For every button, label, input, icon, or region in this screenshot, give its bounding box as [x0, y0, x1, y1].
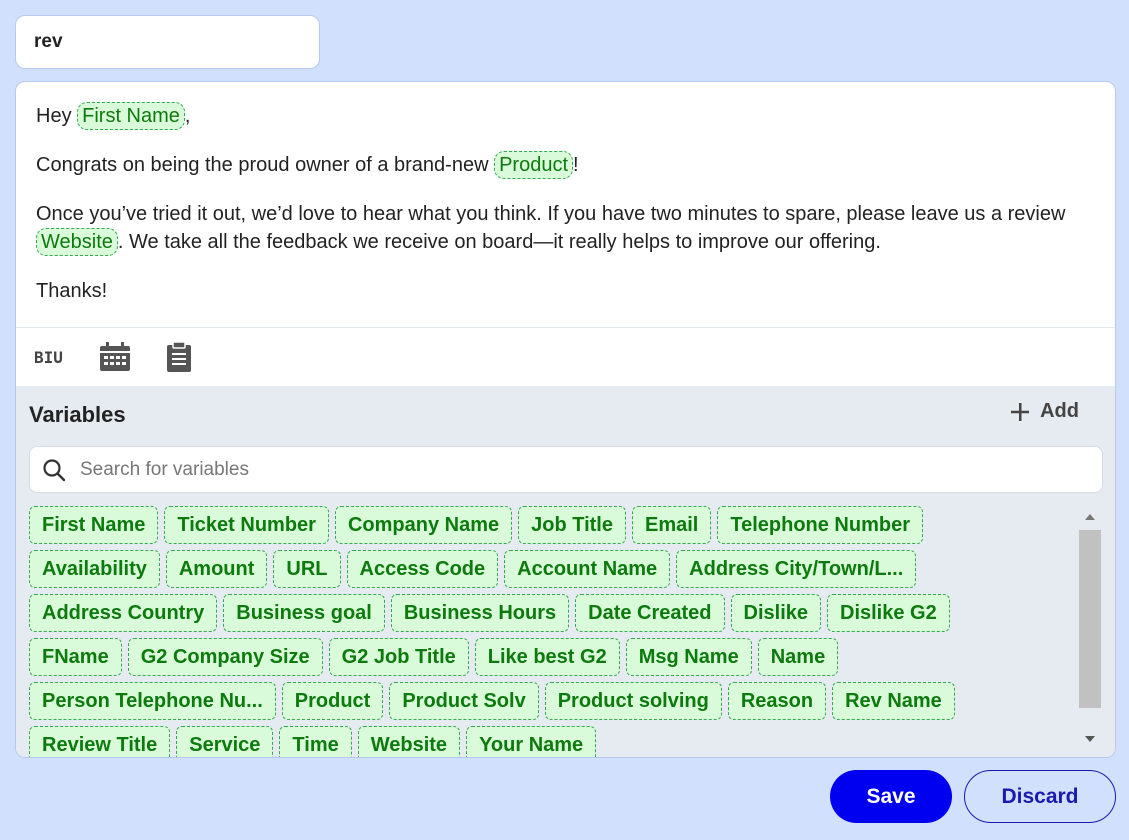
variable-chip[interactable]: Dislike G2 — [827, 594, 950, 632]
editor-card: Hey First Name, Congrats on being the pr… — [15, 81, 1116, 758]
chip-row: Availability Amount URL Access Code Acco… — [29, 550, 917, 588]
variable-chip[interactable]: Amount — [165, 550, 268, 588]
save-button[interactable]: Save — [830, 770, 952, 823]
clipboard-icon — [167, 341, 191, 372]
variable-chip[interactable]: G2 Company Size — [127, 638, 323, 676]
variable-chip[interactable]: Account Name — [504, 550, 671, 588]
variable-chip[interactable]: Dislike — [730, 594, 821, 632]
variable-token-first-name[interactable]: First Name — [77, 102, 185, 130]
variables-title: Variables — [29, 402, 126, 427]
variable-chip[interactable]: Date Created — [575, 594, 725, 632]
variable-chip[interactable]: Product — [281, 682, 384, 720]
variable-search-input[interactable] — [78, 457, 1102, 482]
variable-chip[interactable]: Business goal — [223, 594, 385, 632]
plus-icon — [1011, 402, 1030, 421]
variable-chip-list: First Name Ticket Number Company Name Jo… — [29, 506, 1079, 757]
caret-up-icon — [1085, 514, 1095, 520]
variable-chip[interactable]: Your Name — [466, 726, 597, 757]
discard-button[interactable]: Discard — [964, 770, 1116, 823]
variable-search[interactable] — [29, 446, 1103, 493]
variable-token-product[interactable]: Product — [494, 151, 574, 179]
variable-chip[interactable]: URL — [273, 550, 341, 588]
variable-chip[interactable]: FName — [29, 638, 122, 676]
editor-toolbar: BIU — [16, 327, 1115, 386]
message-line-review: Once you’ve tried it out, we’d love to h… — [36, 200, 1095, 256]
caret-down-icon — [1085, 736, 1095, 742]
variable-chip[interactable]: Address Country — [29, 594, 218, 632]
scroll-down-button[interactable] — [1079, 730, 1101, 748]
search-icon — [43, 458, 66, 481]
variable-chip[interactable]: Availability — [29, 550, 160, 588]
text: Congrats on being the proud owner of a b… — [36, 154, 495, 176]
message-line-greeting: Hey First Name, — [36, 102, 1095, 130]
text-format-button[interactable]: BIU — [30, 336, 72, 378]
text: Hey — [36, 105, 78, 127]
variable-chip[interactable]: Job Title — [518, 506, 626, 544]
chip-row: FName G2 Company Size G2 Job Title Like … — [29, 638, 839, 676]
variable-chip[interactable]: Ticket Number — [164, 506, 329, 544]
chip-row: Person Telephone Nu... Product Product S… — [29, 682, 955, 720]
variable-chip[interactable]: Business Hours — [390, 594, 570, 632]
insert-date-button[interactable] — [94, 336, 136, 378]
variable-chip[interactable]: Rev Name — [832, 682, 955, 720]
variable-token-website[interactable]: Website — [36, 228, 118, 256]
add-variable-button[interactable]: Add — [1010, 400, 1079, 423]
message-line-product: Congrats on being the proud owner of a b… — [36, 151, 1095, 179]
chip-row: First Name Ticket Number Company Name Jo… — [29, 506, 923, 544]
text: , — [184, 105, 191, 127]
variable-chip[interactable]: Company Name — [334, 506, 513, 544]
variables-panel: Variables Add First Name Ticket Number C… — [16, 386, 1115, 757]
variable-chip[interactable]: Access Code — [346, 550, 499, 588]
message-body[interactable]: Hey First Name, Congrats on being the pr… — [16, 82, 1115, 327]
variable-chip[interactable]: Product Solv — [389, 682, 539, 720]
insert-template-button[interactable] — [158, 336, 200, 378]
variable-chip[interactable]: Telephone Number — [717, 506, 923, 544]
message-line-signoff: Thanks! — [36, 280, 108, 302]
variable-chip[interactable]: Service — [176, 726, 274, 757]
calendar-icon — [100, 342, 130, 371]
variable-chip[interactable]: Msg Name — [625, 638, 752, 676]
add-variable-label: Add — [1040, 400, 1079, 422]
variable-chip[interactable]: Review Title — [29, 726, 171, 757]
chip-list-scrollbar[interactable] — [1079, 508, 1101, 748]
text-format-icon: BIU — [34, 348, 63, 367]
scroll-up-button[interactable] — [1079, 508, 1101, 526]
chip-row: Address Country Business goal Business H… — [29, 594, 950, 632]
chip-row: Review Title Service Time Website Your N… — [29, 726, 597, 757]
variable-chip[interactable]: Time — [279, 726, 352, 757]
variable-chip[interactable]: Person Telephone Nu... — [29, 682, 276, 720]
template-name-input[interactable] — [15, 15, 320, 69]
variable-chip[interactable]: Website — [357, 726, 461, 757]
variable-chip[interactable]: Name — [757, 638, 839, 676]
variable-chip[interactable]: Address City/Town/L... — [676, 550, 917, 588]
text: . We take all the feedback we receive on… — [117, 231, 881, 253]
text: ! — [573, 154, 579, 176]
variable-chip[interactable]: Like best G2 — [474, 638, 620, 676]
format-label: BIU — [34, 348, 63, 367]
variable-chip[interactable]: Email — [631, 506, 712, 544]
text: Once you’ve tried it out, we’d love to h… — [36, 203, 1066, 225]
variable-chip[interactable]: First Name — [29, 506, 159, 544]
variable-chip[interactable]: G2 Job Title — [328, 638, 469, 676]
variable-chip[interactable]: Product solving — [544, 682, 722, 720]
scroll-thumb[interactable] — [1079, 530, 1101, 708]
variable-chip[interactable]: Reason — [727, 682, 827, 720]
